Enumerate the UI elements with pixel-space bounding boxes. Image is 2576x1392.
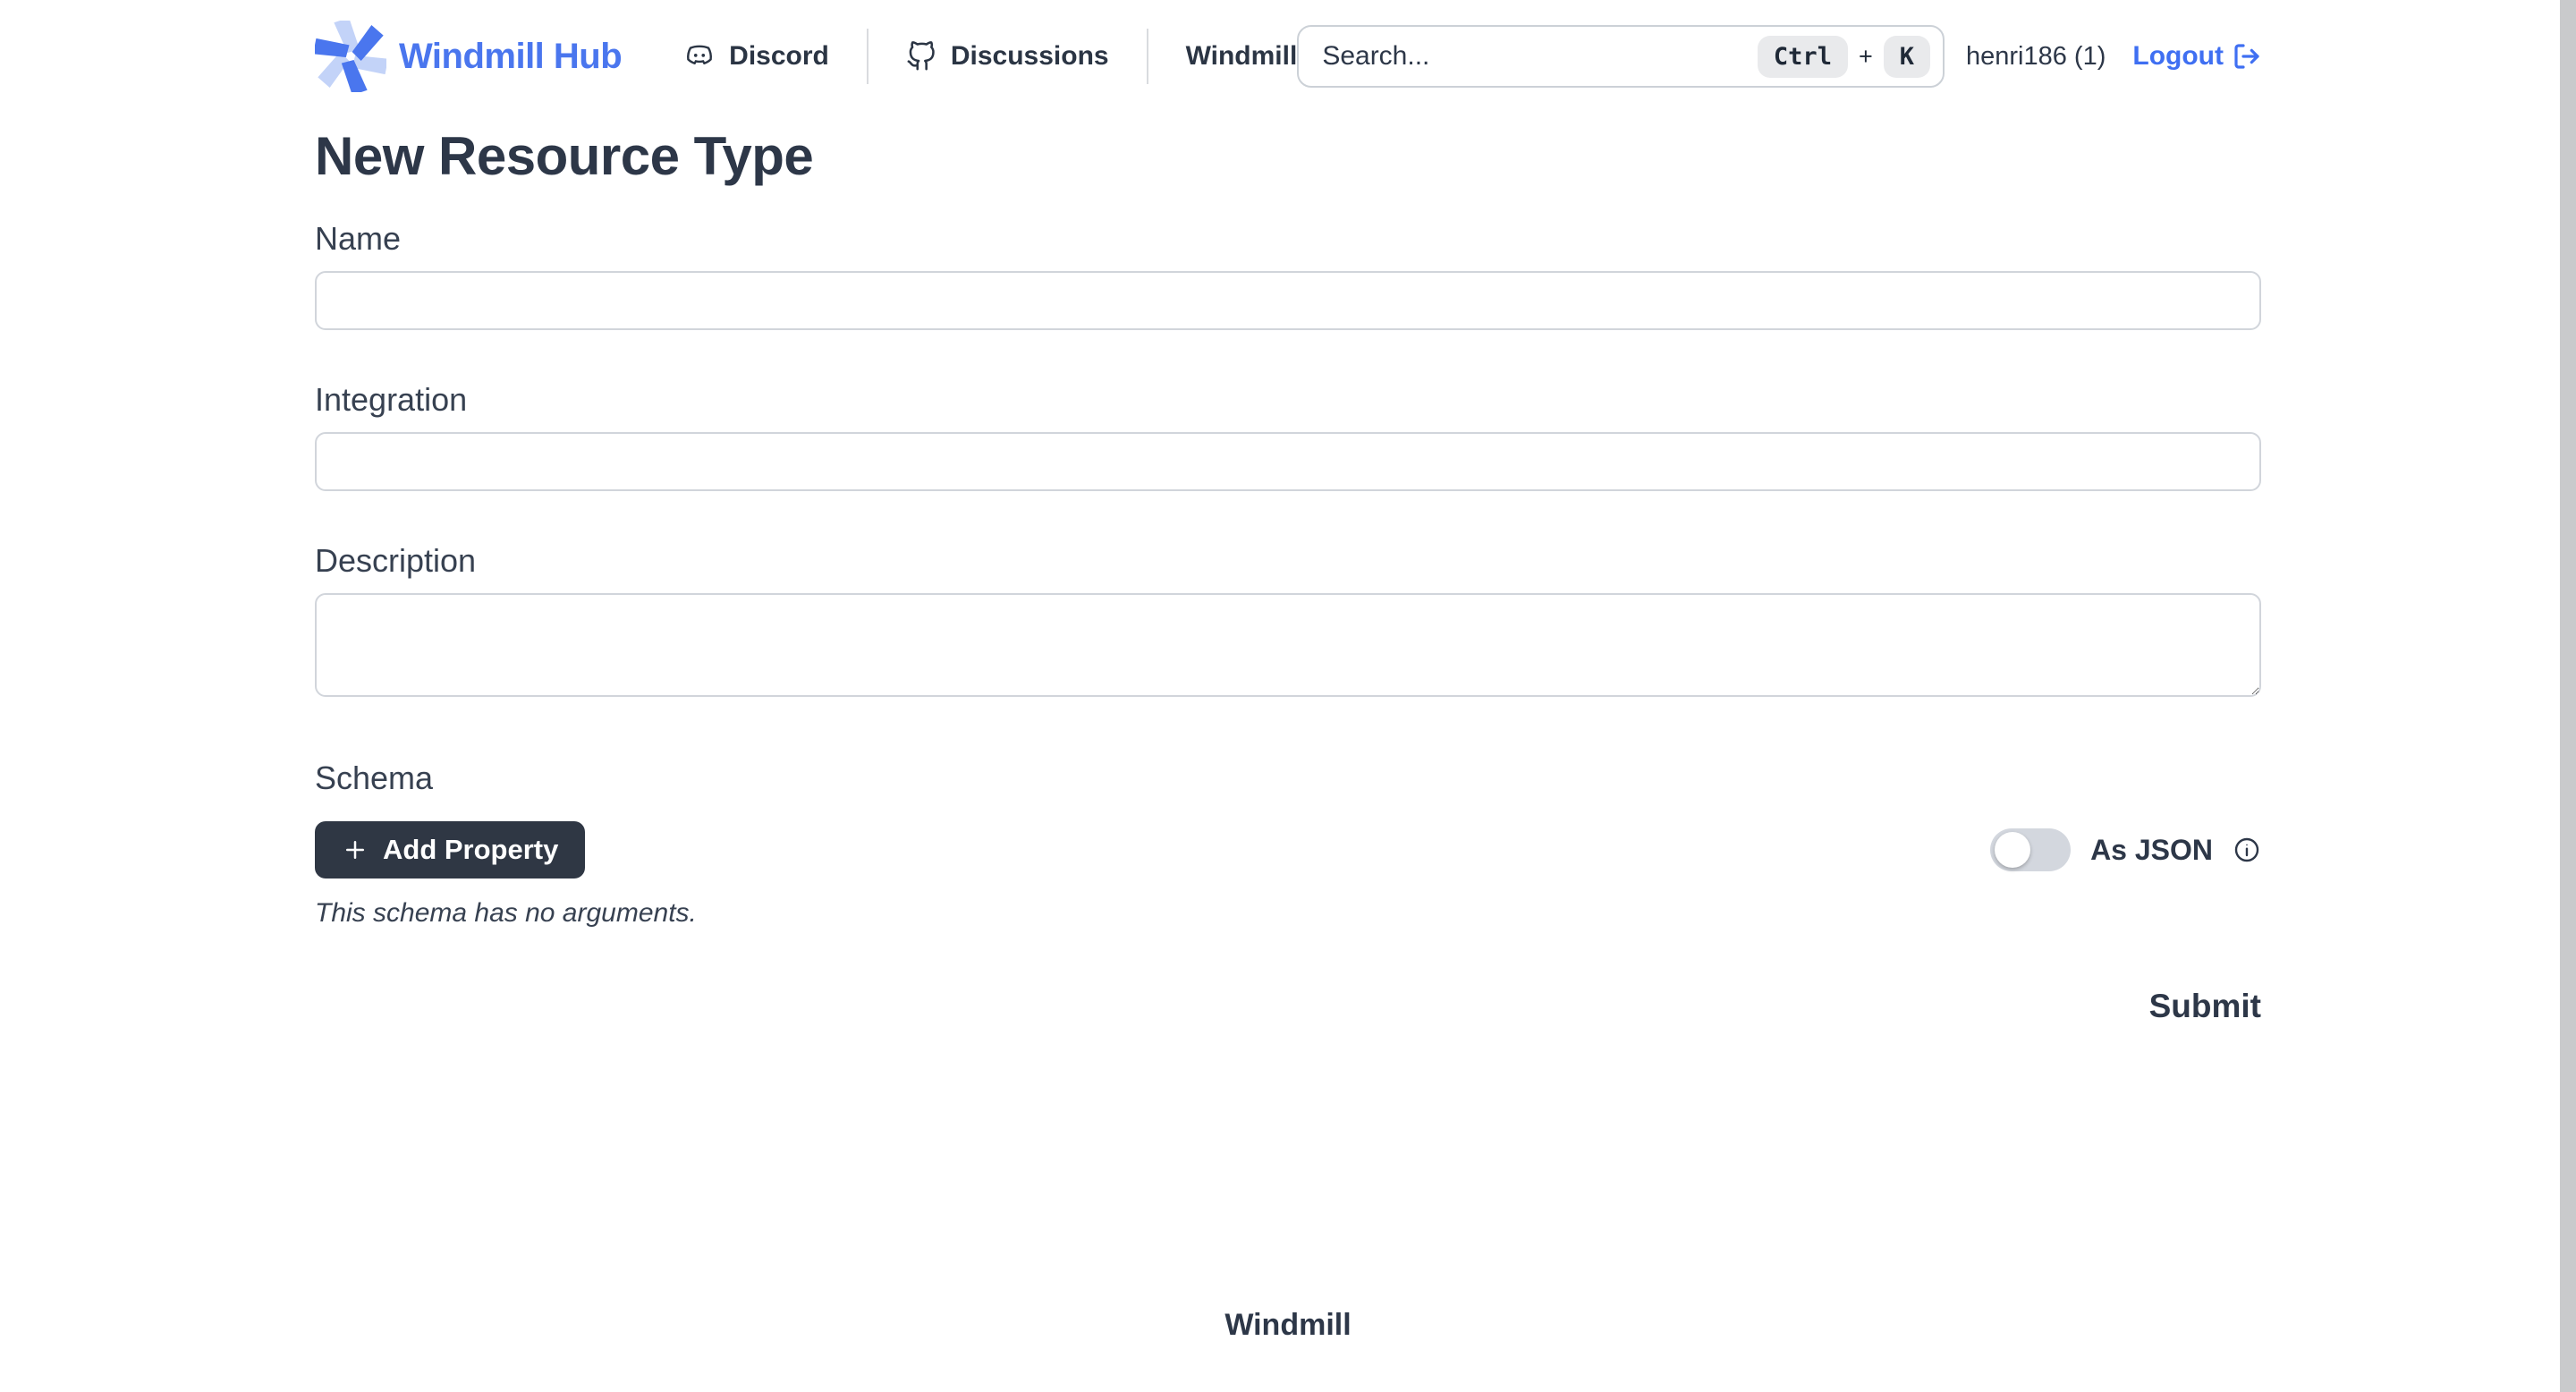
nav-item-discussions[interactable]: Discussions [906,41,1109,72]
search-input[interactable] [1322,41,1749,72]
nav-label-discussions: Discussions [951,41,1109,72]
logout-link[interactable]: Logout [2132,41,2261,72]
nav-divider [867,29,869,84]
description-label: Description [315,541,2261,581]
logo-text: Windmill Hub [399,37,622,77]
name-input[interactable] [315,271,2261,330]
discord-icon [684,41,715,72]
integration-field-group: Integration [315,380,2261,491]
page-title: New Resource Type [315,125,2261,187]
kbd-ctrl: Ctrl [1758,36,1848,78]
as-json-label: As JSON [2090,834,2213,867]
nav-label-windmill: Windmill [1186,41,1298,72]
submit-row: Submit [315,984,2261,1029]
nav-label-discord: Discord [729,41,829,72]
windmill-logo-icon [315,21,386,92]
schema-toolbar: Add Property As JSON [315,821,2261,878]
new-resource-type-page: New Resource Type Name Integration Descr… [315,113,2261,1343]
integration-input[interactable] [315,432,2261,491]
info-icon[interactable] [2233,836,2261,864]
nav-divider [1147,29,1148,84]
username: henri186 (1) [1966,42,2106,72]
kbd-plus-separator: + [1859,43,1873,71]
footer-windmill-link[interactable]: Windmill [1224,1308,1351,1342]
user-area: henri186 (1) Logout [1966,41,2261,72]
integration-label: Integration [315,380,2261,420]
header: Windmill Hub Discord Discussions Win [0,0,2576,113]
description-field-group: Description [315,541,2261,701]
github-icon [906,41,936,72]
main-nav: Discord Discussions Windmill [684,29,1297,84]
add-property-label: Add Property [383,834,558,866]
schema-empty-message: This schema has no arguments. [315,898,2261,929]
as-json-control: As JSON [1990,828,2261,871]
submit-button[interactable]: Submit [2149,984,2261,1029]
logout-label: Logout [2132,41,2224,72]
add-property-button[interactable]: Add Property [315,821,585,878]
kbd-k: K [1884,36,1930,78]
name-field-group: Name [315,219,2261,330]
as-json-toggle[interactable] [1990,828,2071,871]
schema-section-label: Schema [315,759,2261,798]
logout-icon [2233,42,2261,71]
scrollbar[interactable] [2560,0,2576,1392]
nav-item-windmill[interactable]: Windmill [1186,41,1298,72]
toggle-knob [1995,832,2030,868]
footer: Windmill [315,1308,2261,1343]
description-textarea[interactable] [315,593,2261,697]
nav-item-discord[interactable]: Discord [684,41,829,72]
name-label: Name [315,219,2261,259]
logo[interactable]: Windmill Hub [315,21,622,92]
plus-icon [342,836,369,863]
search-bar[interactable]: Ctrl + K [1297,25,1945,88]
